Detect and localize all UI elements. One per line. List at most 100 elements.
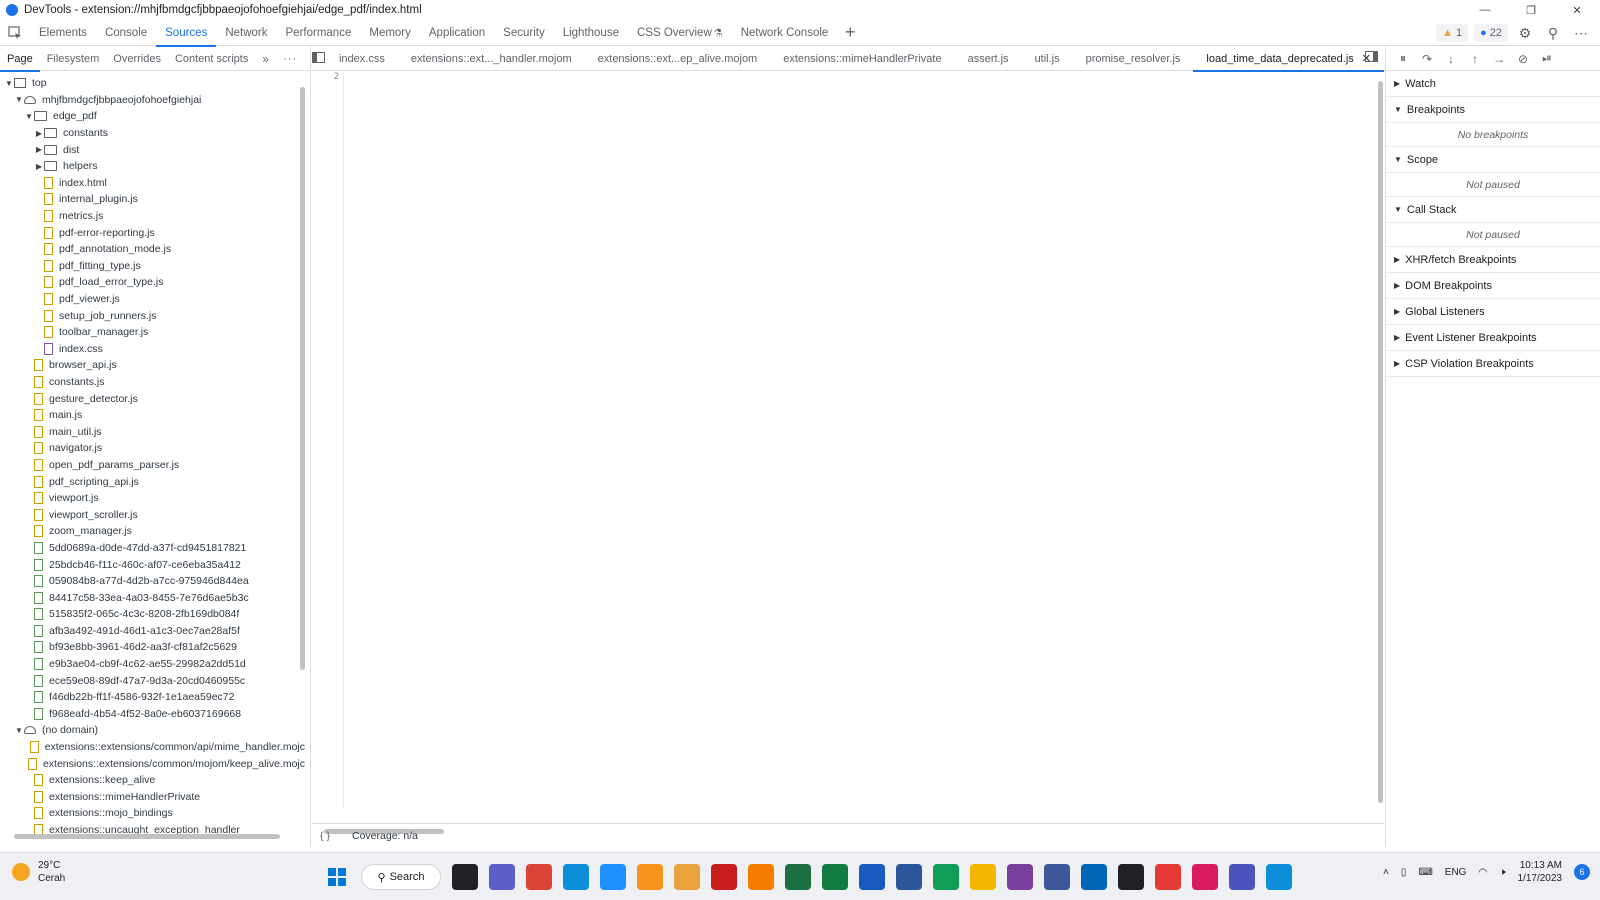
settings-gear-icon[interactable]: ⚙ <box>1514 22 1536 44</box>
folder-tree-item[interactable]: ▼ (no domain) <box>0 722 305 739</box>
expanded-triangle-icon[interactable]: ▼ <box>14 95 24 104</box>
folder-tree-item[interactable]: ▼ edge_pdf <box>0 108 305 125</box>
folder-tree-item[interactable]: ▶ helpers <box>0 158 305 175</box>
debugger-section-dom-breakpoints[interactable]: ▶ DOM Breakpoints <box>1386 273 1600 299</box>
file-tree-item[interactable]: f46db22b-ff1f-4586-932f-1e1aea59ec72 <box>0 689 305 706</box>
file-tree-item[interactable]: extensions::extensions/common/api/mime_h… <box>0 739 305 756</box>
pause-icon[interactable]: ⏸ <box>1394 51 1412 66</box>
file-tree-item[interactable]: f968eafd-4b54-4f52-8a0e-eb6037169668 <box>0 706 305 723</box>
task-view-icon[interactable] <box>452 864 478 890</box>
messages-badge[interactable]: ● 22 <box>1474 24 1508 42</box>
file-tree-item[interactable]: viewport_scroller.js <box>0 506 305 523</box>
editor-tab-promise-resolver-js[interactable]: promise_resolver.js <box>1073 47 1194 71</box>
blogger-icon[interactable] <box>748 864 774 890</box>
file-tree-item[interactable]: 059084b8-a77d-4d2b-a7cc-975946d844ea <box>0 573 305 590</box>
tab-network-console[interactable]: Network Console <box>732 20 838 46</box>
file-tree-item[interactable]: extensions::mojo_bindings <box>0 805 305 822</box>
language-indicator[interactable]: ENG <box>1445 867 1467 878</box>
navigator-tab-page[interactable]: Page <box>0 47 40 72</box>
clock[interactable]: 10:13 AM 1/17/2023 <box>1518 859 1563 885</box>
wikipedia-icon[interactable] <box>1118 864 1144 890</box>
pretty-print-button[interactable]: { } <box>312 830 338 842</box>
file-tree-item[interactable]: extensions::mimeHandlerPrivate <box>0 789 305 806</box>
teams-icon[interactable] <box>1229 864 1255 890</box>
explorer-icon[interactable] <box>970 864 996 890</box>
editor-tab-load-time-data-deprecated-js[interactable]: load_time_data_deprecated.js ✕ <box>1193 47 1384 72</box>
person-app-icon[interactable] <box>1007 864 1033 890</box>
edge-icon[interactable] <box>563 864 589 890</box>
toggle-navigator-icon[interactable] <box>312 51 326 66</box>
wifi-icon[interactable]: ◠ <box>1478 867 1487 878</box>
chat-icon[interactable] <box>489 864 515 890</box>
folder-tree-item[interactable]: ▶ dist <box>0 141 305 158</box>
folder-tree-item[interactable]: ▼ mhjfbmdgcfjbbpaeojofohoefgiehjai <box>0 92 305 109</box>
taskbar-search[interactable]: ⚲ Search <box>361 864 441 890</box>
editor-tab-index-css[interactable]: index.css <box>326 47 398 71</box>
editor-tab-extensions-mimehandlerprivate[interactable]: extensions::mimeHandlerPrivate <box>770 47 954 71</box>
file-tree-item[interactable]: 5dd0689a-d0de-47dd-a37f-cd9451817821 <box>0 540 305 557</box>
debugger-section-event-listener-breakpoints[interactable]: ▶ Event Listener Breakpoints <box>1386 325 1600 351</box>
keyboard-icon[interactable]: ⌨ <box>1418 867 1432 878</box>
tab-performance[interactable]: Performance <box>277 20 361 46</box>
bitcoin-icon[interactable] <box>637 864 663 890</box>
folder-tree-item[interactable]: ▶ constants <box>0 125 305 142</box>
debugger-section-xhr-fetch-breakpoints[interactable]: ▶ XHR/fetch Breakpoints <box>1386 247 1600 273</box>
warnings-badge[interactable]: ▲ 1 <box>1436 24 1469 42</box>
debugger-section-breakpoints[interactable]: ▼ Breakpoints <box>1386 97 1600 123</box>
close-button[interactable]: ✕ <box>1554 0 1600 20</box>
file-tree-item[interactable]: extensions::extensions/common/mojom/keep… <box>0 755 305 772</box>
store-icon[interactable] <box>1081 864 1107 890</box>
navigator-tab-filesystem[interactable]: Filesystem <box>40 47 107 71</box>
pause-on-exceptions-icon[interactable]: ⏯ <box>1538 51 1556 66</box>
file-tree-item[interactable]: browser_api.js <box>0 357 305 374</box>
excel-tool-icon[interactable] <box>785 864 811 890</box>
editor-tab-extensions-ext-ep-alive-mojom[interactable]: extensions::ext...ep_alive.mojom <box>585 47 771 71</box>
file-tree-item[interactable]: afb3a492-491d-46d1-a1c3-0ec7ae28af5f <box>0 623 305 640</box>
debugger-section-global-listeners[interactable]: ▶ Global Listeners <box>1386 299 1600 325</box>
file-tree-item[interactable]: extensions::keep_alive <box>0 772 305 789</box>
collapsed-triangle-icon[interactable]: ▶ <box>34 129 44 138</box>
file-tree-item[interactable]: bf93e8bb-3961-46d2-aa3f-cf81af2c5629 <box>0 639 305 656</box>
tab-elements[interactable]: Elements <box>30 20 96 46</box>
navigator-tab-overrides[interactable]: Overrides <box>106 47 168 71</box>
navigator-vertical-scrollbar[interactable] <box>300 87 305 670</box>
file-tree-item[interactable]: toolbar_manager.js <box>0 324 305 341</box>
debugger-section-scope[interactable]: ▼ Scope <box>1386 147 1600 173</box>
file-tree-item[interactable]: main_util.js <box>0 423 305 440</box>
person-app2-icon[interactable] <box>1044 864 1070 890</box>
file-tree-item[interactable]: pdf_scripting_api.js <box>0 473 305 490</box>
tab-security[interactable]: Security <box>494 20 554 46</box>
file-tree-item[interactable]: gesture_detector.js <box>0 390 305 407</box>
ie-icon[interactable] <box>600 864 626 890</box>
word-doc-icon[interactable] <box>896 864 922 890</box>
debugger-section-call-stack[interactable]: ▼ Call Stack <box>1386 197 1600 223</box>
start-icon[interactable] <box>324 864 350 890</box>
toggle-debugger-icon[interactable] <box>1365 51 1378 65</box>
file-tree-item[interactable]: constants.js <box>0 374 305 391</box>
tab-css-overview[interactable]: CSS Overview ⚗ <box>628 20 732 46</box>
step-out-icon[interactable]: ↑ <box>1466 52 1484 66</box>
editor-tab-extensions-ext-handler-mojom[interactable]: extensions::ext..._handler.mojom <box>398 47 585 71</box>
tab-network[interactable]: Network <box>216 20 276 46</box>
expanded-triangle-icon[interactable]: ▼ <box>4 79 14 88</box>
navigator-menu-icon[interactable]: ··· <box>276 47 304 71</box>
collapsed-triangle-icon[interactable]: ▶ <box>34 145 44 154</box>
file-tree-item[interactable]: 25bdcb46-f11c-460c-af07-ce6eba35a412 <box>0 556 305 573</box>
battery-icon[interactable]: ▯ <box>1401 867 1407 878</box>
editor-tab-assert-js[interactable]: assert.js <box>955 47 1022 71</box>
file-tree-item[interactable]: main.js <box>0 407 305 424</box>
tab-lighthouse[interactable]: Lighthouse <box>554 20 628 46</box>
photos-icon[interactable] <box>933 864 959 890</box>
navigator-tab-content-scripts[interactable]: Content scripts <box>168 47 255 71</box>
file-tree-item[interactable]: 84417c58-33ea-4a03-8455-7e76d6ae5b3c <box>0 589 305 606</box>
tab-console[interactable]: Console <box>96 20 156 46</box>
debugger-section-csp-violation-breakpoints[interactable]: ▶ CSP Violation Breakpoints <box>1386 351 1600 377</box>
file-tree-item[interactable]: ece59e08-89df-47a7-9d3a-20cd0460955c <box>0 672 305 689</box>
editor-vertical-scrollbar[interactable] <box>1378 81 1383 803</box>
file-tree-item[interactable]: metrics.js <box>0 208 305 225</box>
restore-button[interactable]: ❐ <box>1508 0 1554 20</box>
feedback-icon[interactable]: ⚲ <box>1542 22 1564 44</box>
step-over-icon[interactable]: ↷ <box>1418 52 1436 66</box>
file-tree-item[interactable]: zoom_manager.js <box>0 523 305 540</box>
excel-icon[interactable] <box>822 864 848 890</box>
